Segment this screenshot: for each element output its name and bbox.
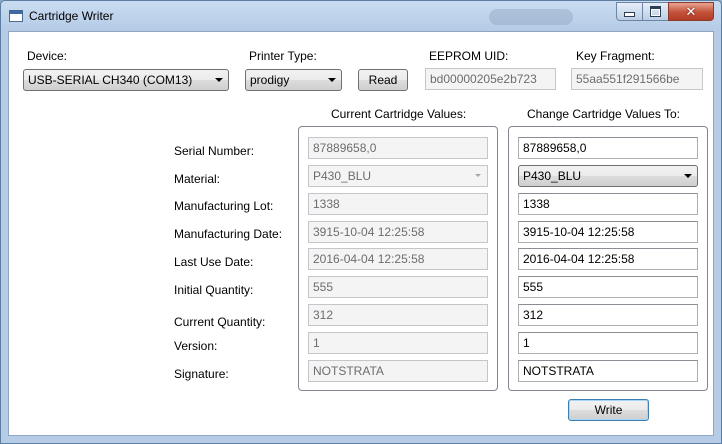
manufacturing-lot-label: Manufacturing Lot: (174, 199, 274, 213)
current-values-heading: Current Cartridge Values: (331, 107, 467, 121)
initial-quantity-label: Initial Quantity: (174, 283, 254, 297)
current-last-use-date-field: 2016-04-04 12:25:58 (308, 248, 488, 270)
change-values-heading: Change Cartridge Values To: (527, 107, 680, 121)
serial-number-label: Serial Number: (174, 144, 255, 158)
current-signature-field: NOTSTRATA (308, 360, 488, 382)
new-version-input[interactable]: 1 (518, 332, 698, 354)
current-material-field: P430_BLU (308, 165, 488, 187)
title-bar[interactable]: Cartridge Writer ✕ (1, 1, 721, 31)
printer-type-value: prodigy (250, 73, 290, 87)
new-manufacturing-lot-input[interactable]: 1338 (518, 193, 698, 215)
maximize-icon (650, 6, 661, 17)
chevron-down-icon (215, 78, 223, 82)
current-quantity-label: Current Quantity: (174, 315, 266, 329)
material-label: Material: (174, 172, 221, 186)
close-icon: ✕ (685, 4, 697, 19)
current-material-value: P430_BLU (313, 169, 372, 183)
last-use-date-label: Last Use Date: (174, 255, 254, 269)
eeprom-uid-label: EEPROM UID: (429, 49, 509, 63)
chevron-down-icon (328, 78, 336, 82)
current-version-field: 1 (308, 332, 488, 354)
key-fragment-field[interactable]: 55aa551f291566be (571, 68, 703, 90)
current-current-quantity-field: 312 (308, 304, 488, 326)
new-signature-input[interactable]: NOTSTRATA (518, 360, 698, 382)
current-serial-number-field: 87889658,0 (308, 137, 488, 159)
read-button[interactable]: Read (358, 69, 408, 91)
manufacturing-date-label: Manufacturing Date: (174, 227, 283, 241)
device-label: Device: (27, 49, 68, 63)
printer-type-label: Printer Type: (249, 49, 317, 63)
signature-label: Signature: (174, 367, 229, 381)
window-icon (9, 10, 23, 22)
current-manufacturing-lot-field: 1338 (308, 193, 488, 215)
new-initial-quantity-input[interactable]: 555 (518, 276, 698, 298)
new-last-use-date-input[interactable]: 2016-04-04 12:25:58 (518, 248, 698, 270)
new-material-select[interactable]: P430_BLU (518, 165, 698, 187)
key-fragment-label: Key Fragment: (576, 49, 655, 63)
device-select[interactable]: USB-SERIAL CH340 (COM13) (23, 69, 229, 91)
write-button[interactable]: Write (568, 399, 649, 421)
new-current-quantity-input[interactable]: 312 (518, 304, 698, 326)
app-window: Cartridge Writer ✕ Device: USB-SERIAL CH… (0, 0, 722, 444)
current-initial-quantity-field: 555 (308, 276, 488, 298)
window-title: Cartridge Writer (29, 9, 114, 23)
new-material-value: P430_BLU (523, 169, 582, 183)
close-button[interactable]: ✕ (668, 2, 714, 21)
client-area: Device: USB-SERIAL CH340 (COM13) Printer… (8, 31, 714, 436)
eeprom-uid-field[interactable]: bd00000205e2b723 (425, 68, 556, 90)
version-label: Version: (174, 339, 218, 353)
maximize-button[interactable] (642, 2, 669, 21)
blurred-background-icon (489, 9, 573, 25)
chevron-down-icon (684, 174, 692, 178)
device-select-value: USB-SERIAL CH340 (COM13) (28, 73, 193, 87)
minimize-icon (624, 12, 635, 17)
minimize-button[interactable] (616, 2, 643, 21)
printer-type-select[interactable]: prodigy (245, 69, 342, 91)
new-serial-number-input[interactable]: 87889658,0 (518, 137, 698, 159)
current-manufacturing-date-field: 3915-10-04 12:25:58 (308, 221, 488, 243)
chevron-down-icon (475, 174, 481, 177)
new-manufacturing-date-input[interactable]: 3915-10-04 12:25:58 (518, 221, 698, 243)
